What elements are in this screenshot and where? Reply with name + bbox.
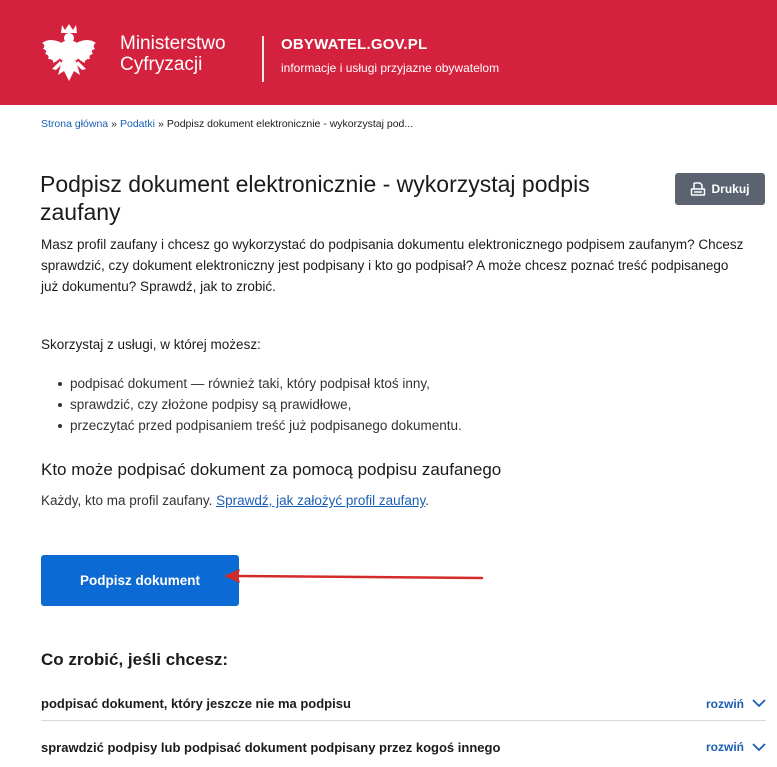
chevron-down-icon xyxy=(752,742,766,751)
annotation-arrow-icon xyxy=(224,569,484,583)
breadcrumb-item-home[interactable]: Strona główna xyxy=(41,118,108,130)
print-button[interactable]: Drukuj xyxy=(675,173,765,205)
who-end: . xyxy=(425,493,429,508)
accordion-toggle[interactable]: rozwiń xyxy=(706,740,766,754)
breadcrumb-separator: » xyxy=(111,118,117,130)
header-divider xyxy=(262,36,264,82)
portal-name-link[interactable]: OBYWATEL.GOV.PL xyxy=(281,36,427,53)
ministry-line2: Cyfryzacji xyxy=(120,54,203,75)
what-heading: Co zrobić, jeśli chcesz: xyxy=(41,650,229,669)
service-list: podpisać dokument — również taki, który … xyxy=(58,373,462,436)
breadcrumb: Strona główna» Podatki» Podpisz dokument e… xyxy=(41,118,413,130)
site-header: Ministerstwo Cyfryzacji OBYWATEL.GOV.PL … xyxy=(0,0,777,105)
ministry-name[interactable]: Ministerstwo Cyfryzacji xyxy=(120,33,226,75)
intro-text: Masz profil zaufany i chcesz go wykorzys… xyxy=(41,237,744,294)
accordion-label: sprawdzić podpisy lub podpisać dokument … xyxy=(41,739,501,755)
chevron-down-icon xyxy=(752,699,766,708)
list-item: sprawdzić, czy złożone podpisy są prawid… xyxy=(58,394,462,415)
who-text: Każdy, kto ma profil zaufany. xyxy=(41,493,213,508)
accordion-item-sign-new[interactable]: podpisać dokument, który jeszcze nie ma … xyxy=(41,687,766,721)
printer-icon xyxy=(691,182,706,196)
service-intro-text: Skorzystaj z usługi, w której możesz: xyxy=(41,337,261,352)
page-title: Podpisz dokument elektronicznie - wykorz… xyxy=(40,171,590,225)
breadcrumb-item-taxes[interactable]: Podatki xyxy=(120,118,155,130)
accordion-label: podpisać dokument, który jeszcze nie ma … xyxy=(41,696,351,711)
breadcrumb-current: Podpisz dokument elektronicznie - wykorz… xyxy=(166,118,414,130)
expand-label: rozwiń xyxy=(706,696,744,711)
portal-tagline: informacje i usługi przyjazne obywatelom xyxy=(281,61,500,75)
who-heading: Kto może podpisać dokument za pomocą pod… xyxy=(41,460,502,479)
accordion-toggle[interactable]: rozwiń xyxy=(706,697,766,711)
expand-label: rozwiń xyxy=(706,740,744,754)
sign-document-button[interactable]: Podpisz dokument xyxy=(41,555,239,606)
ministry-line1: Ministerstwo xyxy=(120,33,226,54)
accordion-item-verify-signatures[interactable]: sprawdzić podpisy lub podpisać dokument … xyxy=(41,729,766,765)
list-item: podpisać dokument — również taki, który … xyxy=(58,373,462,394)
eagle-emblem-icon[interactable] xyxy=(40,23,98,83)
breadcrumb-separator: » xyxy=(158,118,164,130)
print-button-label: Drukuj xyxy=(711,182,750,196)
who-paragraph: Każdy, kto ma profil zaufany. Sprawdź, j… xyxy=(41,493,429,508)
list-item: przeczytać przed podpisaniem treść już p… xyxy=(58,415,462,436)
create-trusted-profile-link[interactable]: Sprawdź, jak założyć profil zaufany xyxy=(216,493,425,508)
